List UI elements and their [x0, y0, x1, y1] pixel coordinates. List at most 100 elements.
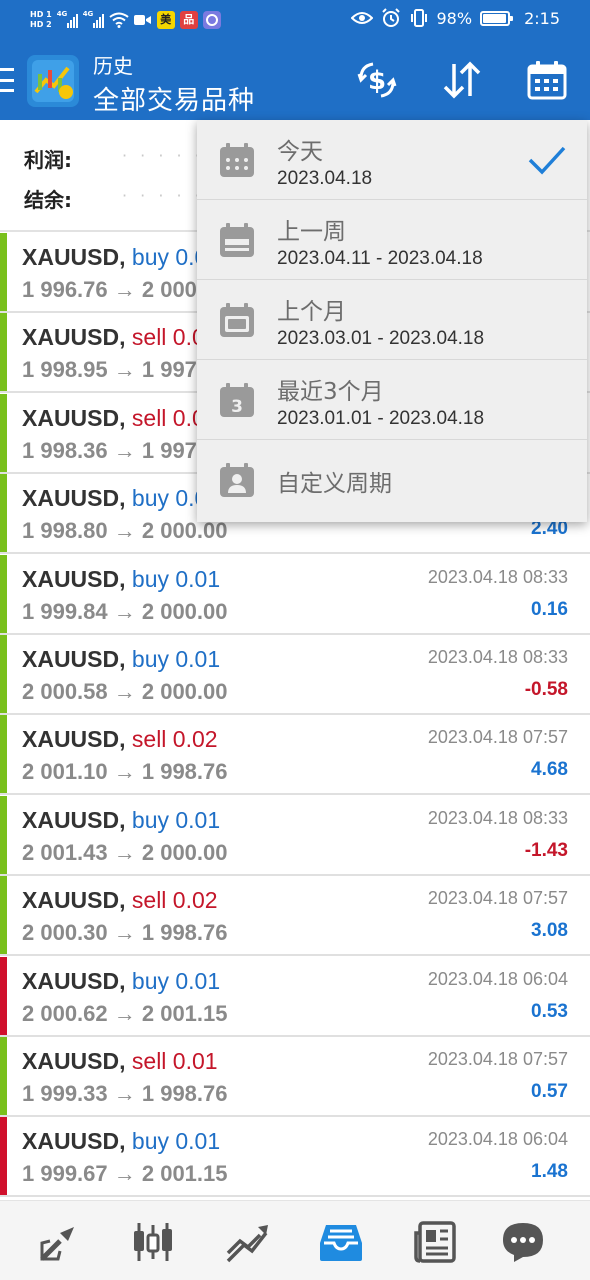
- calendar-week-icon: [220, 223, 254, 257]
- symbol-name: XAUUSD,: [22, 244, 126, 270]
- symbol-name: XAUUSD,: [22, 1128, 126, 1155]
- chart-icon[interactable]: [130, 1219, 176, 1265]
- period-dropdown: 今天 2023.04.18 上一周 2023.04.11 - 2023.04.18 上个…: [197, 120, 587, 522]
- page-title[interactable]: 全部交易品种: [93, 80, 255, 117]
- page-subtitle: 历史: [93, 54, 133, 78]
- history-icon[interactable]: [318, 1219, 364, 1265]
- trade-symbol: XAUUSD, buy 0.01: [22, 1128, 220, 1155]
- trade-side-volume: buy 0.01: [131, 806, 221, 833]
- period-last-week[interactable]: 上一周 2023.04.11 - 2023.04.18: [197, 200, 587, 280]
- status-bar-indicator: [0, 795, 7, 874]
- calendar-custom-icon: [220, 463, 254, 497]
- period-label: 今天: [277, 139, 323, 165]
- status-bar-indicator: [0, 233, 7, 311]
- symbol-name: XAUUSD,: [22, 565, 126, 592]
- wifi-icon: [109, 12, 129, 28]
- symbol-name: XAUUSD,: [22, 485, 126, 512]
- trade-symbol: XAUUSD, sell 0.01: [22, 324, 218, 351]
- status-bar-indicator: [0, 635, 7, 713]
- trade-side-volume: buy 0.01: [131, 967, 221, 994]
- balance-label: 结余:: [24, 188, 72, 212]
- trade-symbol: XAUUSD, buy 0.01: [22, 968, 220, 995]
- trade-side-volume: sell 0.01: [131, 1048, 218, 1074]
- trade-row[interactable]: XAUUSD, buy 0.01 2 000.62 → 2 001.15 2023.…: [0, 956, 590, 1037]
- trade-profit: -0.58: [524, 679, 568, 700]
- period-last-3-months[interactable]: 3 最近3个月 2023.01.01 - 2023.04.18: [197, 360, 587, 440]
- calendar-month-icon: [220, 303, 254, 337]
- period-custom[interactable]: 自定义周期: [197, 440, 587, 520]
- trade-side-volume: buy 0.01: [131, 646, 221, 672]
- trade-row[interactable]: XAUUSD, sell 0.02 2 001.10 → 1 998.76 2023…: [0, 715, 590, 796]
- bottom-nav: [0, 1200, 590, 1280]
- trade-prices: 2 000.62 → 2 001.15: [22, 1000, 228, 1026]
- menu-icon[interactable]: [0, 68, 18, 92]
- chat-icon[interactable]: [500, 1219, 546, 1265]
- trade-prices: 1 999.84 → 2 000.00: [22, 598, 228, 624]
- trade-row[interactable]: XAUUSD, buy 0.01 1 999.84 → 2 000.00 2023.…: [0, 554, 590, 635]
- period-today[interactable]: 今天 2023.04.18: [197, 120, 587, 200]
- trade-row[interactable]: XAUUSD, buy 0.01 2 000.58 → 2 000.00 2023.…: [0, 635, 590, 715]
- trade-symbol: XAUUSD, sell 0.02: [22, 726, 218, 753]
- trade-time: 2023.04.18 08:33: [427, 647, 568, 667]
- svg-text:$: $: [368, 66, 386, 96]
- symbol-name: XAUUSD,: [22, 806, 126, 833]
- video-icon: [133, 15, 151, 25]
- network-type-2: 4G: [82, 10, 94, 18]
- sort-icon[interactable]: [440, 58, 484, 102]
- trade-time: 2023.04.18 06:04: [427, 1129, 568, 1150]
- battery-icon: [480, 10, 514, 26]
- trade-row[interactable]: XAUUSD, buy 0.01 2 001.43 → 2 000.00 2023.…: [0, 795, 590, 876]
- vibrate-icon: [410, 9, 427, 27]
- battery-percent: 98%: [436, 8, 473, 28]
- profit-label: 利润:: [24, 148, 72, 172]
- trade-side-volume: buy 0.01: [131, 565, 221, 592]
- browser-app-icon: [202, 11, 221, 29]
- period-label: 自定义周期: [277, 471, 392, 497]
- network-type-1: 4G: [56, 10, 68, 18]
- trade-prices: 1 998.36 → 1 997: [22, 437, 197, 463]
- status-bar: HD 1 HD 2 4G 4G 美 品 98% 2:15: [0, 0, 590, 40]
- quotes-icon[interactable]: [36, 1219, 82, 1265]
- calendar-icon[interactable]: [525, 58, 569, 102]
- hd1-label: HD 1: [30, 10, 52, 19]
- trade-symbol: XAUUSD, buy 0.01: [22, 807, 220, 834]
- trade-time: 2023.04.18 08:33: [427, 566, 568, 587]
- trade-prices: 2 001.43 → 2 000.00: [22, 839, 228, 865]
- currency-exchange-icon[interactable]: $: [355, 58, 399, 102]
- status-bar-indicator: [0, 876, 7, 955]
- status-bar-indicator: [0, 393, 7, 472]
- period-range: 2023.04.18: [277, 168, 373, 189]
- trade-icon[interactable]: [224, 1219, 270, 1265]
- trade-row[interactable]: XAUUSD, buy 0.01 1 999.67 → 2 001.15 2023.…: [0, 1117, 590, 1198]
- trade-symbol: XAUUSD, buy 0.02: [22, 485, 220, 512]
- trade-prices: 2 000.58 → 2 000.00: [22, 679, 228, 704]
- trade-profit: 0.16: [531, 598, 568, 620]
- period-range: 2023.01.01 - 2023.04.18: [277, 408, 485, 429]
- status-bar-indicator: [0, 554, 7, 633]
- status-bar-indicator: [0, 313, 7, 392]
- app-logo-icon: [27, 55, 79, 107]
- period-last-month[interactable]: 上个月 2023.03.01 - 2023.04.18: [197, 280, 587, 360]
- symbol-name: XAUUSD,: [22, 726, 126, 753]
- trade-profit: -1.43: [524, 839, 568, 861]
- trade-symbol: XAUUSD, buy 0.02: [22, 244, 220, 271]
- hd2-label: HD 2: [30, 20, 52, 29]
- eye-icon: [350, 12, 373, 24]
- trade-prices: 1 999.33 → 1 998.76: [22, 1081, 228, 1106]
- period-label: 上一周: [277, 219, 346, 245]
- calendar-3-months-icon: 3: [220, 383, 254, 417]
- trade-time: 2023.04.18 07:57: [427, 727, 568, 748]
- hd-indicator: HD 1 HD 2: [30, 10, 52, 30]
- signal-icon: 4G: [56, 10, 78, 28]
- trade-time: 2023.04.18 08:33: [427, 807, 568, 828]
- trade-row[interactable]: XAUUSD, sell 0.01 1 999.33 → 1 998.76 2023…: [0, 1037, 590, 1117]
- trade-prices: 2 001.10 → 1 998.76: [22, 759, 228, 785]
- trade-time: 2023.04.18 07:57: [427, 888, 568, 909]
- trade-symbol: XAUUSD, buy 0.01: [22, 646, 220, 673]
- news-icon[interactable]: [412, 1219, 458, 1265]
- trade-side-volume: sell 0.02: [131, 726, 218, 753]
- status-bar-indicator: [0, 1037, 7, 1115]
- symbol-name: XAUUSD,: [22, 1048, 126, 1074]
- trade-row[interactable]: XAUUSD, sell 0.02 2 000.30 → 1 998.76 2023…: [0, 876, 590, 957]
- checkmark-icon: [528, 146, 566, 175]
